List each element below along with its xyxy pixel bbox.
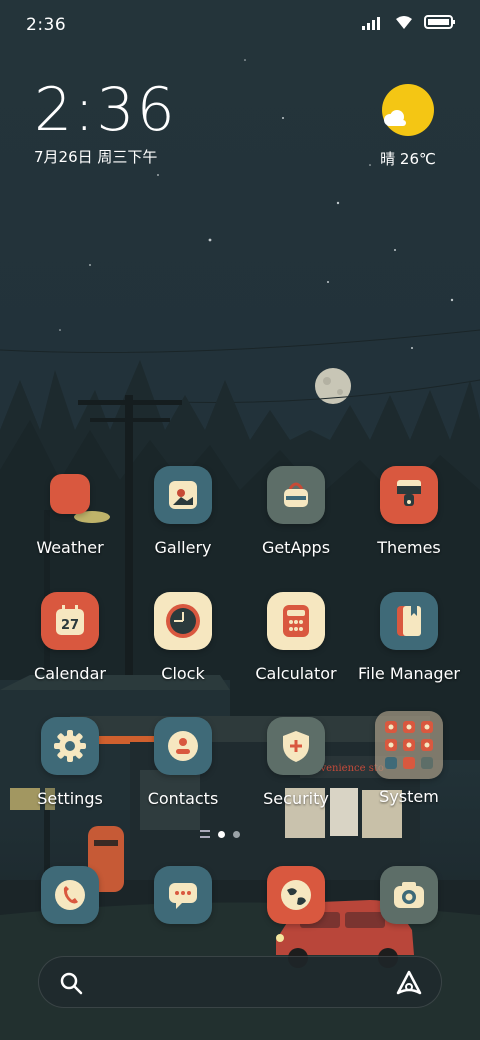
weather-widget[interactable]: 晴 26℃ [372, 82, 444, 169]
app-themes[interactable]: Themes [353, 466, 465, 557]
message-bubble-icon [154, 866, 212, 924]
app-system-folder[interactable]: System [353, 711, 465, 806]
app-gallery[interactable]: Gallery [127, 466, 239, 557]
signal-icon [362, 15, 384, 34]
folder-book-icon [380, 592, 438, 650]
page-dot [233, 830, 240, 838]
shield-icon [267, 717, 325, 775]
page-dot-active [218, 830, 225, 838]
app-label: GetApps [261, 538, 331, 557]
globe-icon [267, 866, 325, 924]
page-indicator[interactable] [200, 830, 240, 838]
dock-browser[interactable] [240, 866, 352, 924]
getapps-bag-icon [267, 466, 325, 524]
dock-messages[interactable] [127, 866, 239, 924]
app-label: System [379, 787, 439, 806]
battery-icon [424, 14, 456, 34]
calendar-icon: 27 [41, 592, 99, 650]
app-label: Weather [36, 538, 104, 557]
contact-person-icon [154, 717, 212, 775]
search-icon[interactable] [59, 971, 83, 999]
app-security[interactable]: Security [240, 717, 352, 808]
wifi-icon [394, 14, 414, 34]
app-label: Settings [37, 789, 103, 808]
widget-date: 7月26日 周三下午 [34, 148, 158, 166]
clock-widget[interactable]: 2:36 7月26日 周三下午 [34, 78, 177, 167]
app-clock[interactable]: Clock [127, 592, 239, 683]
dock-camera[interactable] [353, 866, 465, 924]
app-label: Themes [377, 538, 441, 557]
home-screen: nvenience sto 2:36 2:36 7月26日 周三下午 晴 26℃… [0, 0, 480, 1040]
camera-icon [380, 866, 438, 924]
dock-phone[interactable] [14, 866, 126, 924]
app-drawer-indicator [200, 830, 210, 838]
folder-icon [375, 711, 443, 779]
themes-brush-icon [380, 466, 438, 524]
app-file-manager[interactable]: File Manager [353, 592, 465, 683]
app-label: Gallery [154, 538, 212, 557]
phone-icon [41, 866, 99, 924]
app-label: Calendar [34, 664, 106, 683]
app-label: Security [263, 789, 329, 808]
sunny-partly-cloudy-icon [382, 84, 434, 136]
app-label: Contacts [147, 789, 219, 808]
clock-icon [154, 592, 212, 650]
status-time: 2:36 [26, 15, 67, 35]
search-bar[interactable] [38, 956, 442, 1008]
app-label: File Manager [358, 664, 460, 683]
app-label: Clock [161, 664, 205, 683]
calendar-day: 27 [61, 618, 79, 633]
gear-icon [41, 717, 99, 775]
status-icons [362, 14, 456, 34]
app-label: Calculator [255, 664, 337, 683]
assistant-icon[interactable] [395, 969, 423, 1001]
widget-time: 2:36 [34, 75, 177, 145]
app-settings[interactable]: Settings [14, 717, 126, 808]
weather-text: 晴 26℃ [380, 150, 436, 168]
app-getapps[interactable]: GetApps [240, 466, 352, 557]
app-weather[interactable]: Weather [14, 466, 126, 557]
app-calculator[interactable]: Calculator [240, 592, 352, 683]
app-calendar[interactable]: 27 Calendar [14, 592, 126, 683]
status-bar: 2:36 [0, 0, 480, 50]
calculator-icon [267, 592, 325, 650]
weather-icon [50, 474, 90, 514]
app-contacts[interactable]: Contacts [127, 717, 239, 808]
gallery-icon [154, 466, 212, 524]
